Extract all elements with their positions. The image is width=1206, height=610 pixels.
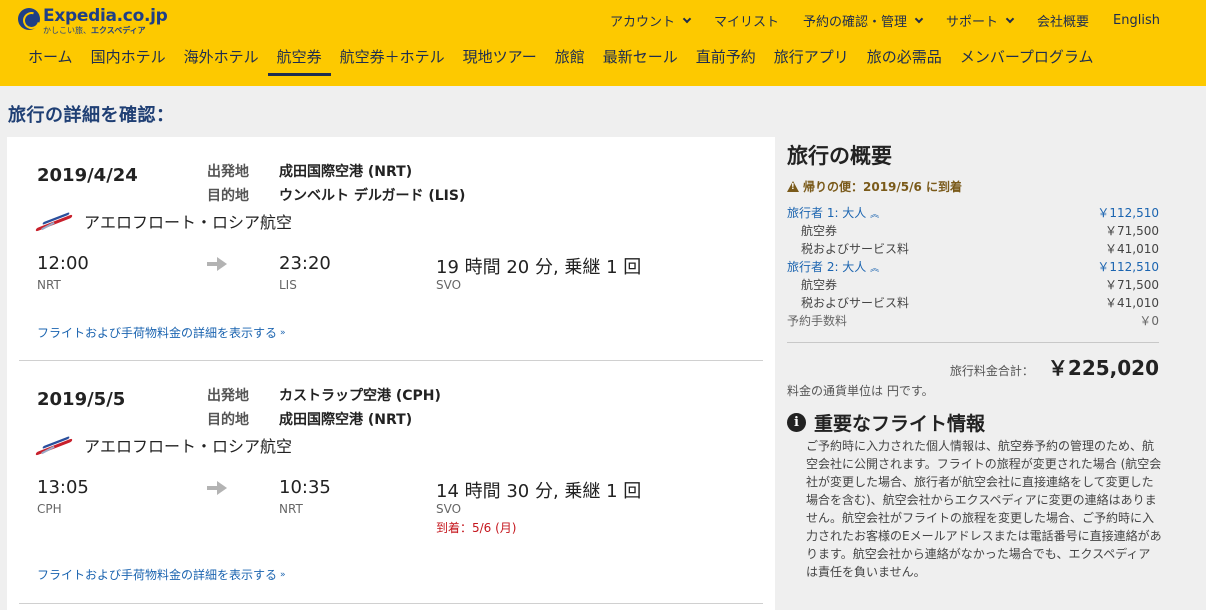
fare-row: 航空券 ￥71,500	[801, 278, 1159, 292]
total-price: ￥225,020	[1047, 356, 1159, 380]
flight-date: 2019/4/24	[37, 165, 138, 186]
chevron-down-icon	[1005, 14, 1015, 23]
airline-name: アエロフロート・ロシア航空	[84, 437, 293, 456]
nav-last-minute[interactable]: 直前予約	[687, 46, 765, 76]
top-nav-account[interactable]: アカウント	[610, 11, 692, 30]
currency-note: 料金の通貨単位は 円です。	[787, 384, 934, 398]
aeroflot-logo-icon	[35, 435, 73, 456]
main-nav: ホーム 国内ホテル 海外ホテル 航空券 航空券＋ホテル 現地ツアー 旅館 最新セ…	[19, 46, 1102, 76]
warning-icon	[787, 181, 799, 192]
nav-flight-hotel[interactable]: 航空券＋ホテル	[331, 46, 454, 76]
flight-details-card: 2019/4/24 出発地 成田国際空港 (NRT) 目的地 ウンベルト デルガード…	[7, 137, 775, 610]
traveler-label: 旅行者 2: 大人 ︽	[787, 260, 880, 274]
traveler-1-row[interactable]: 旅行者 1: 大人 ︽ ￥112,510	[787, 204, 1159, 221]
flight-duration: 14 時間 30 分, 乗継 1 回	[436, 481, 642, 502]
layover-code: SVO	[436, 502, 462, 516]
origin-airport: 成田国際空港 (NRT)	[279, 164, 413, 180]
depart-code: NRT	[37, 278, 61, 292]
tax-row: 税およびサービス料 ￥41,010	[801, 296, 1159, 310]
arrive-time: 23:20	[279, 253, 331, 274]
nav-domestic-hotels[interactable]: 国内ホテル	[82, 46, 175, 76]
important-info-heading: i 重要なフライト情報	[787, 409, 985, 436]
nav-local-tours[interactable]: 現地ツアー	[454, 46, 546, 76]
booking-fee-row: 予約手数料 ￥0	[787, 314, 1159, 328]
airline-name: アエロフロート・ロシア航空	[84, 213, 293, 232]
summary-title: 旅行の概要	[787, 144, 892, 168]
depart-time: 13:05	[37, 477, 89, 498]
site-header: Expedia.co.jp かしこい旅、エクスペディア アカウント マイリスト …	[0, 0, 1206, 86]
page-title: 旅行の詳細を確認：	[8, 105, 175, 126]
arrive-code: LIS	[279, 278, 297, 292]
globe-icon	[18, 8, 40, 30]
depart-code: CPH	[37, 502, 62, 516]
nav-overseas-hotels[interactable]: 海外ホテル	[175, 46, 268, 76]
important-info-body: ご予約時に入力された個人情報は、航空券予約の管理のため、航空会社に公開されます。…	[806, 439, 1162, 579]
destination-airport: ウンベルト デルガード (LIS)	[279, 188, 466, 204]
flight-divider	[19, 360, 763, 361]
chevron-down-icon	[914, 14, 924, 23]
summary-divider	[787, 342, 1159, 343]
arrow-right-icon	[207, 257, 227, 271]
flight-details-link[interactable]: フライトおよび手荷物料金の詳細を表示する»	[37, 566, 286, 583]
nav-ryokan[interactable]: 旅館	[546, 46, 594, 76]
top-nav-bookings[interactable]: 予約の確認・管理	[803, 11, 924, 30]
traveler-label: 旅行者 1: 大人 ︽	[787, 206, 880, 220]
flight-details-link[interactable]: フライトおよび手荷物料金の詳細を表示する»	[37, 324, 286, 341]
origin-airport: カストラップ空港 (CPH)	[279, 388, 441, 404]
expedia-logo[interactable]: Expedia.co.jp かしこい旅、エクスペディア	[18, 6, 168, 36]
aeroflot-logo-icon	[35, 211, 73, 232]
double-chevron-down-icon: »	[280, 569, 286, 580]
airline-row: アエロフロート・ロシア航空	[35, 209, 293, 233]
tax-row: 税およびサービス料 ￥41,010	[801, 242, 1159, 256]
airline-row: アエロフロート・ロシア航空	[35, 433, 293, 457]
top-nav-mylist[interactable]: マイリスト	[714, 11, 779, 30]
nav-sales[interactable]: 最新セール	[594, 46, 687, 76]
nav-flights[interactable]: 航空券	[267, 46, 331, 76]
fare-row: 航空券 ￥71,500	[801, 224, 1159, 238]
info-icon: i	[787, 413, 806, 432]
nav-essentials[interactable]: 旅の必需品	[858, 46, 951, 76]
next-day-arrival-note: 到着：5/6 (月)	[436, 521, 517, 535]
top-nav-english[interactable]: English	[1113, 11, 1160, 30]
depart-time: 12:00	[37, 253, 89, 274]
chevron-down-icon	[682, 14, 692, 23]
destination-row: 目的地 成田国際空港 (NRT)	[207, 412, 413, 428]
destination-row: 目的地 ウンベルト デルガード (LIS)	[207, 188, 466, 204]
flight-date: 2019/5/5	[37, 389, 126, 410]
arrive-code: NRT	[279, 502, 303, 516]
layover-code: SVO	[436, 278, 462, 292]
traveler-2-row[interactable]: 旅行者 2: 大人 ︽ ￥112,510	[787, 258, 1159, 275]
top-nav-about[interactable]: 会社概要	[1037, 11, 1089, 30]
origin-row: 出発地 成田国際空港 (NRT)	[207, 164, 413, 180]
double-chevron-down-icon: »	[280, 327, 286, 338]
brand-name: Expedia.co.jp	[43, 6, 168, 26]
chevron-up-icon: ︽	[870, 264, 880, 274]
flight-divider	[19, 603, 763, 604]
top-nav-support[interactable]: サポート	[946, 11, 1015, 30]
arrow-right-icon	[207, 481, 227, 495]
nav-member-program[interactable]: メンバープログラム	[951, 46, 1103, 76]
nav-travel-app[interactable]: 旅行アプリ	[765, 46, 858, 76]
nav-home[interactable]: ホーム	[19, 46, 82, 76]
destination-airport: 成田国際空港 (NRT)	[279, 412, 413, 428]
chevron-up-icon: ︽	[870, 210, 880, 220]
flight-duration: 19 時間 20 分, 乗継 1 回	[436, 257, 642, 278]
origin-row: 出発地 カストラップ空港 (CPH)	[207, 388, 441, 404]
arrive-time: 10:35	[279, 477, 331, 498]
return-arrival-warning: 帰りの便：2019/5/6 に到着	[787, 178, 962, 195]
total-row: 旅行料金合計： ￥225,020	[787, 352, 1159, 381]
top-nav: アカウント マイリスト 予約の確認・管理 サポート 会社概要 English	[610, 11, 1206, 30]
brand-tagline: かしこい旅、エクスペディア	[43, 26, 146, 35]
